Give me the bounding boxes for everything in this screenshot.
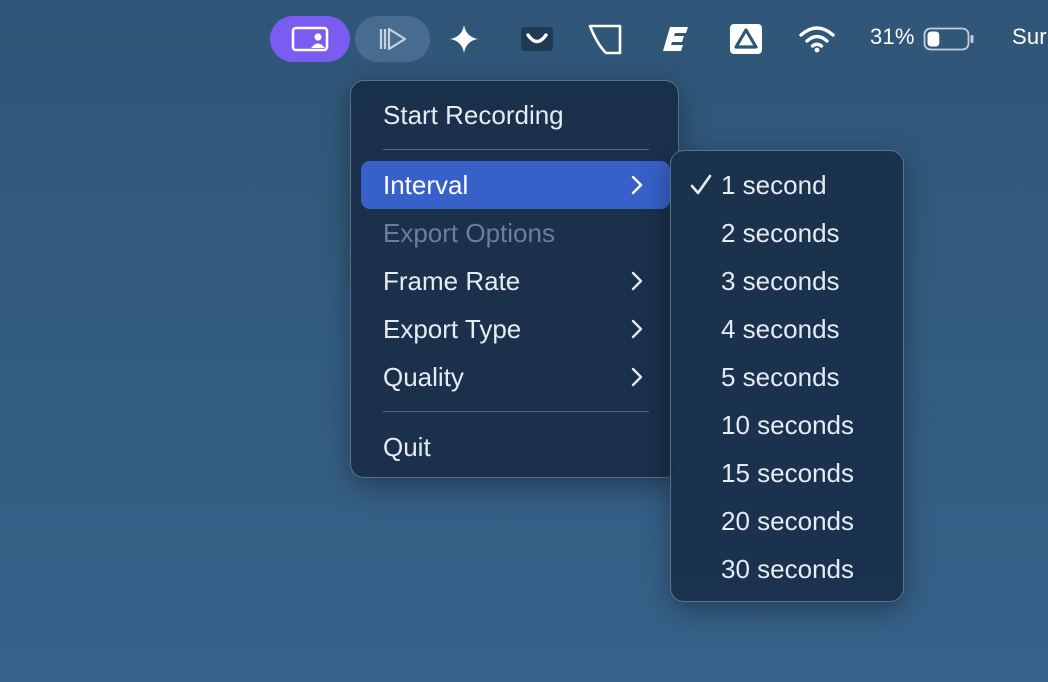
play-step-icon <box>379 27 406 51</box>
menu-item-label: Interval <box>383 169 469 200</box>
menu-item-quit[interactable]: Quit <box>361 423 670 471</box>
submenu-item-interval[interactable]: 5 seconds <box>671 353 903 401</box>
battery-icon <box>923 27 974 51</box>
drive-status-item[interactable] <box>726 16 766 62</box>
submenu-item-label: 10 seconds <box>721 409 854 440</box>
menu-separator <box>383 411 649 412</box>
notch-status-item[interactable] <box>584 16 626 62</box>
submenu-item-interval[interactable]: 4 seconds <box>671 305 903 353</box>
smile-curve-icon <box>521 27 553 51</box>
submenu-item-interval[interactable]: 30 seconds <box>671 545 903 593</box>
submenu-item-label: 3 seconds <box>721 265 840 296</box>
clock-label: Sur <box>1012 24 1047 49</box>
submenu-item-label: 20 seconds <box>721 505 854 536</box>
menu-item-label: Start Recording <box>383 99 564 130</box>
menu-item-export-type[interactable]: Export Type <box>361 305 670 353</box>
battery-percent: 31% <box>870 24 915 49</box>
menu-separator <box>383 149 649 150</box>
submenu-item-label: 15 seconds <box>721 457 854 488</box>
notch-shape-icon <box>588 24 622 55</box>
chevron-right-icon <box>631 175 643 195</box>
play-step-status-item[interactable] <box>355 16 430 62</box>
menu-item-frame-rate[interactable]: Frame Rate <box>361 257 670 305</box>
menu-item-label: Export Options <box>383 217 555 248</box>
menu-bar: 31% Sur <box>0 0 1048 80</box>
menu-item-interval[interactable]: Interval <box>361 161 670 209</box>
submenu-item-interval[interactable]: 2 seconds <box>671 209 903 257</box>
screen-recorder-icon <box>291 26 329 52</box>
chevron-right-icon <box>631 271 643 291</box>
sparkle-icon <box>450 25 478 53</box>
submenu-item-interval[interactable]: 3 seconds <box>671 257 903 305</box>
chevron-right-icon <box>631 319 643 339</box>
e-logo-status-item[interactable] <box>656 16 696 62</box>
wifi-icon <box>799 26 835 53</box>
submenu-item-interval[interactable]: 15 seconds <box>671 449 903 497</box>
screen-recorder-status-item[interactable] <box>270 16 350 62</box>
menu-item-export-options: Export Options <box>361 209 670 257</box>
menu-item-quality[interactable]: Quality <box>361 353 670 401</box>
submenu-item-interval[interactable]: 20 seconds <box>671 497 903 545</box>
sparkle-status-item[interactable] <box>444 16 484 62</box>
e-logo-icon <box>663 27 688 51</box>
battery-status-item[interactable] <box>922 16 976 62</box>
checkmark-icon <box>690 174 712 195</box>
app-dropdown-menu: Start Recording Interval Export Options … <box>350 80 679 478</box>
interval-submenu: 1 second 2 seconds 3 seconds 4 seconds 5… <box>670 150 904 602</box>
menu-item-label: Frame Rate <box>383 265 521 296</box>
chevron-right-icon <box>631 367 643 387</box>
submenu-item-label: 2 seconds <box>721 217 840 248</box>
menu-item-label: Quality <box>383 361 464 392</box>
submenu-item-interval[interactable]: 10 seconds <box>671 401 903 449</box>
menu-item-start-recording[interactable]: Start Recording <box>361 91 670 139</box>
submenu-item-label: 1 second <box>721 169 827 200</box>
smile-status-item[interactable] <box>516 16 558 62</box>
submenu-item-label: 4 seconds <box>721 313 840 344</box>
submenu-item-interval[interactable]: 1 second <box>671 161 903 209</box>
submenu-item-label: 5 seconds <box>721 361 840 392</box>
menu-item-label: Quit <box>383 431 431 462</box>
submenu-item-label: 30 seconds <box>721 553 854 584</box>
wifi-status-item[interactable] <box>796 16 838 62</box>
drive-icon <box>730 24 762 54</box>
menu-item-label: Export Type <box>383 313 522 344</box>
